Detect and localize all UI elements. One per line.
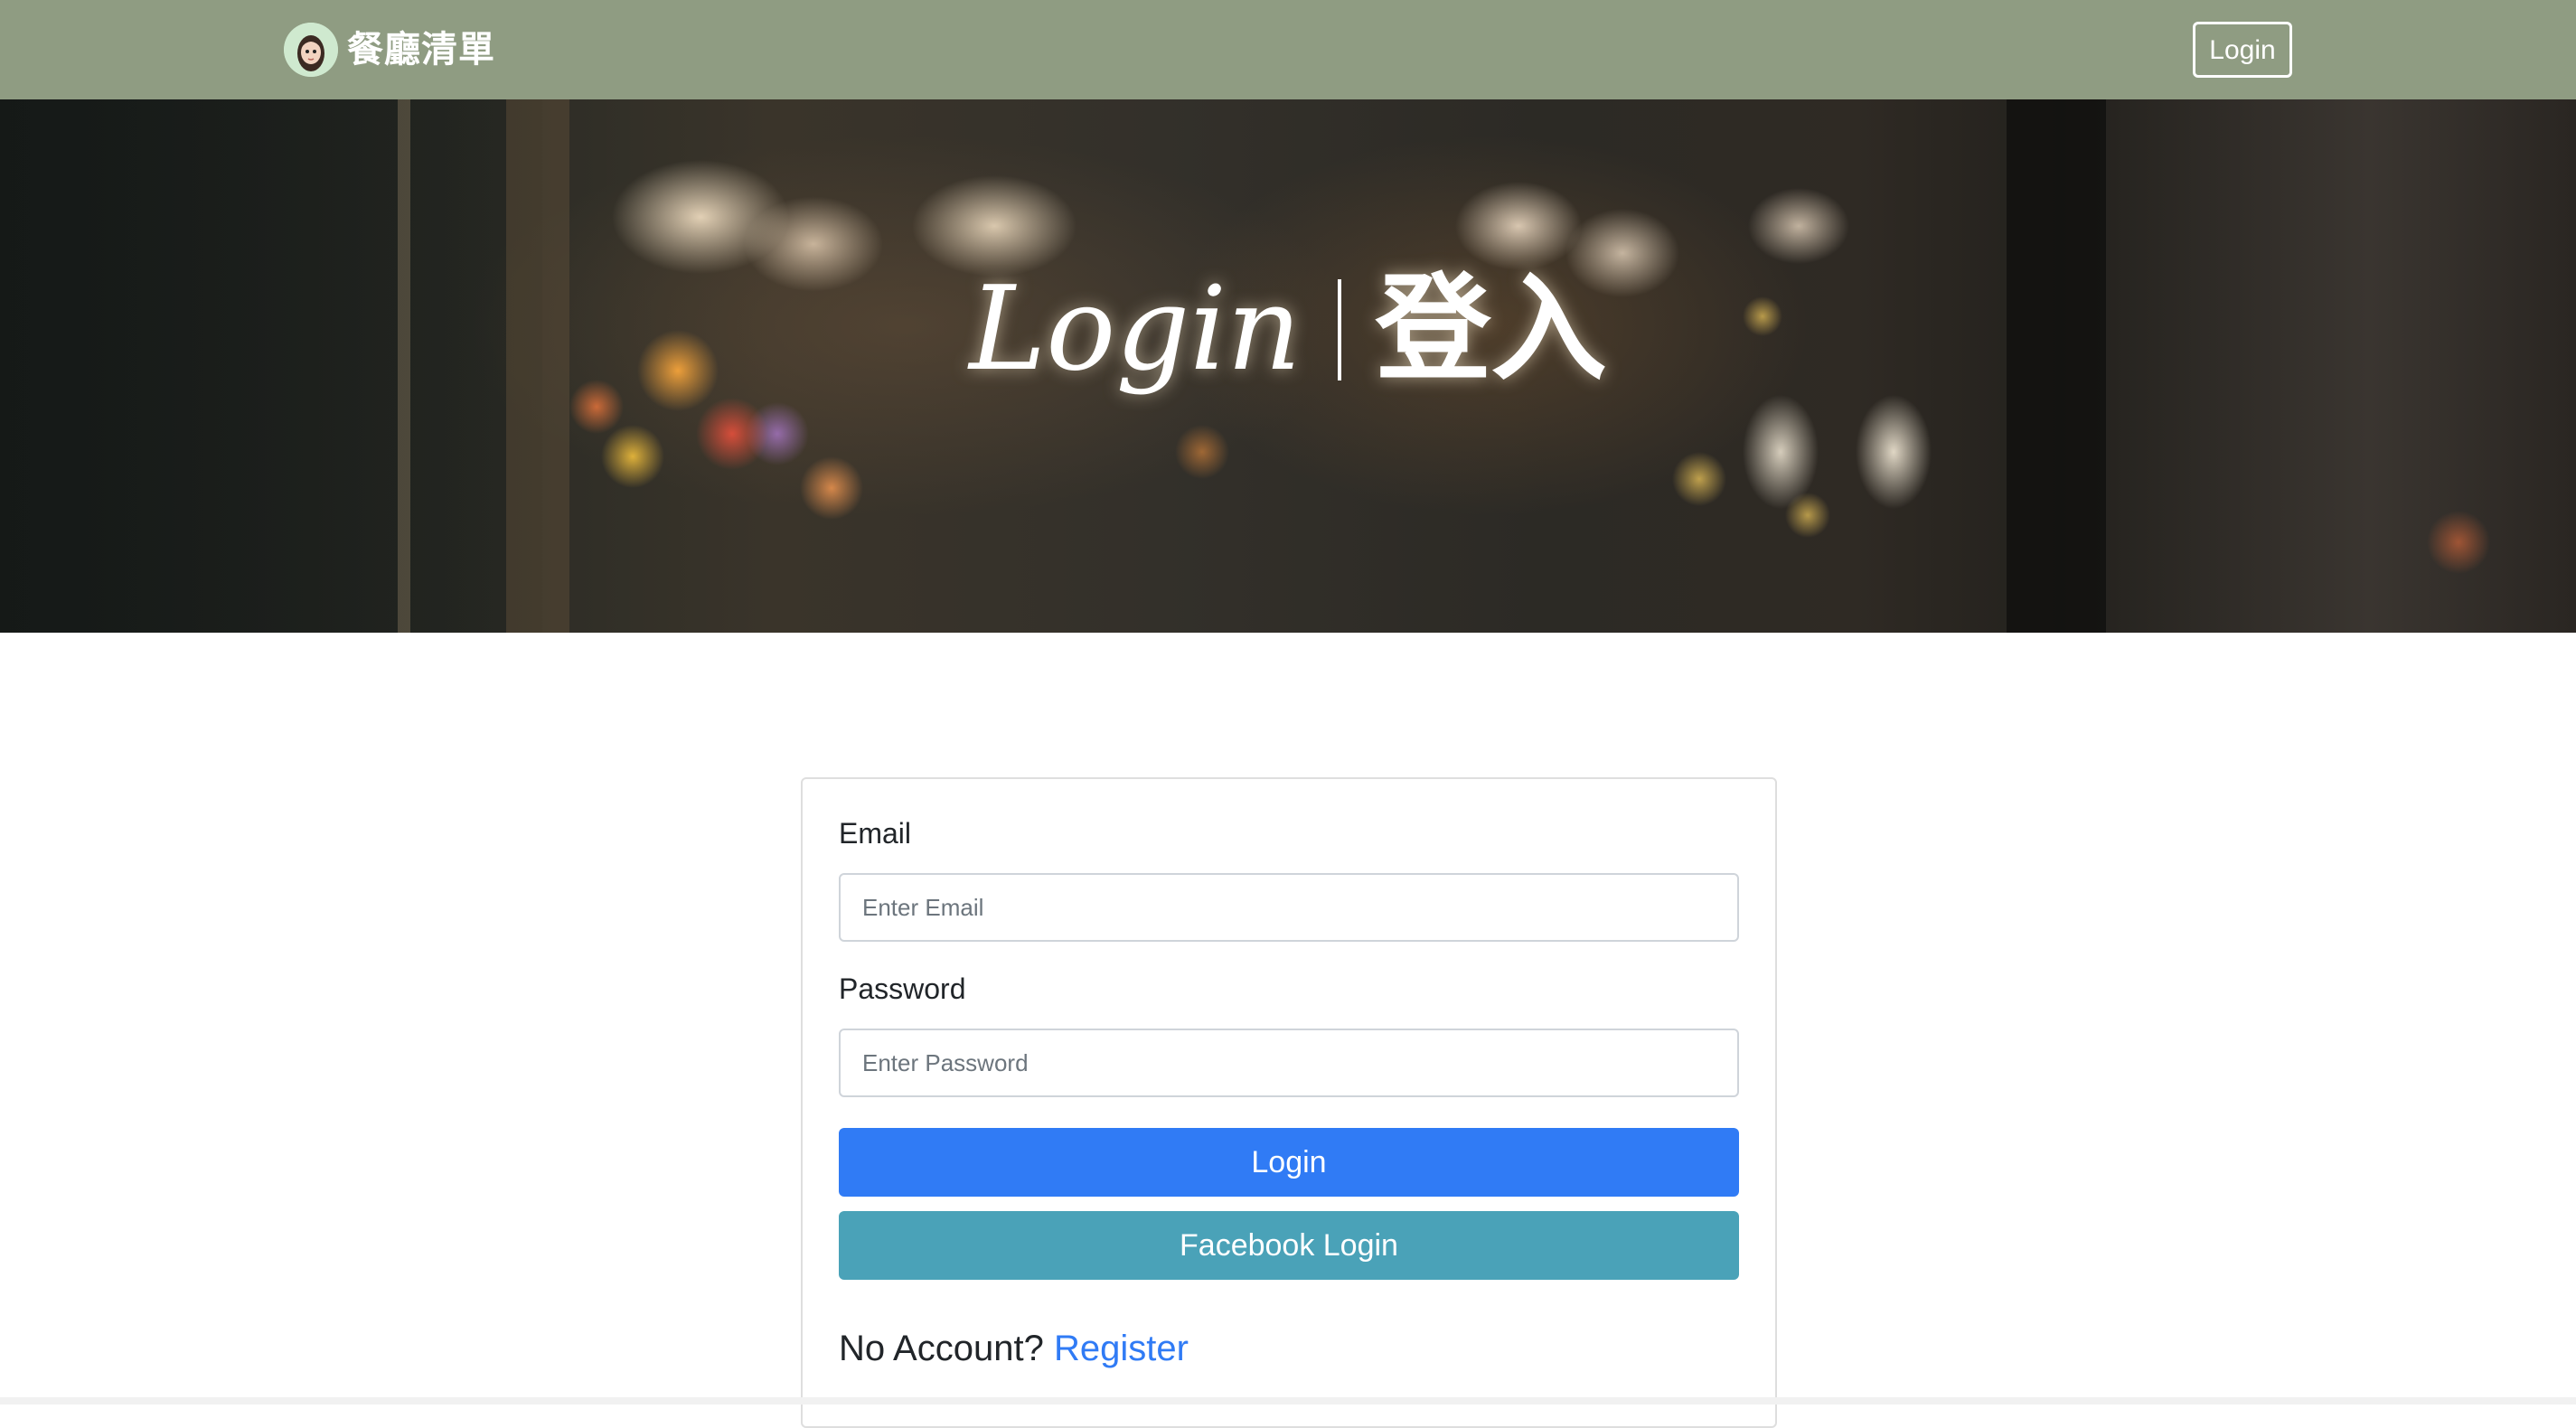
brand-name: 餐廳清單 — [347, 30, 495, 70]
email-label: Email — [839, 817, 912, 850]
nav-login-button[interactable]: Login — [2193, 22, 2292, 78]
no-account-text: No Account? — [839, 1329, 1044, 1368]
navbar: 餐廳清單 Login — [0, 0, 2576, 99]
page-bottom-divider — [0, 1397, 2576, 1405]
email-input[interactable] — [839, 873, 1739, 942]
password-input[interactable] — [839, 1029, 1739, 1097]
hero-banner: Login 登入 — [0, 99, 2576, 633]
brand-link[interactable]: 餐廳清單 — [284, 22, 495, 78]
avatar-icon — [284, 23, 338, 77]
login-button[interactable]: Login — [839, 1128, 1739, 1197]
hero-title-divider — [1337, 279, 1341, 380]
hero-title: Login 登入 — [0, 262, 2576, 398]
login-card: Email Password Login Facebook Login No A… — [801, 777, 1777, 1428]
register-link[interactable]: Register — [1054, 1329, 1189, 1368]
password-label: Password — [839, 972, 966, 1005]
facebook-login-button[interactable]: Facebook Login — [839, 1211, 1739, 1280]
hero-title-zh: 登入 — [1375, 262, 1607, 397]
register-prompt: No Account? Register — [839, 1321, 1189, 1376]
hero-title-en: Login — [969, 262, 1302, 397]
